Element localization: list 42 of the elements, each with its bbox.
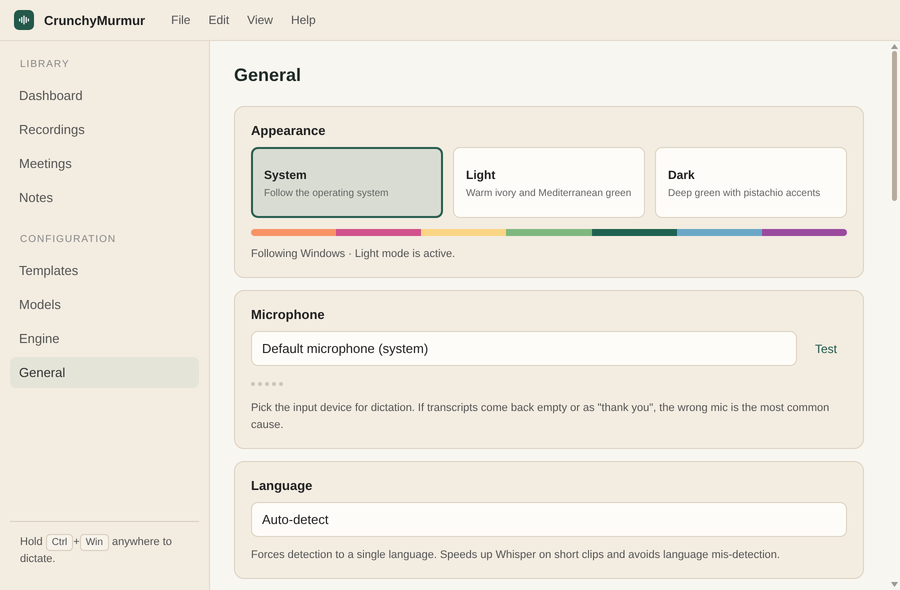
section-heading: LIBRARY: [19, 58, 71, 72]
sidebar-item[interactable]: Models: [10, 289, 199, 320]
card-title: Language: [251, 478, 314, 493]
app-logo-icon: [14, 10, 34, 30]
scrollbar-thumb[interactable]: [892, 51, 896, 201]
help-text: Pick the input device for dictation. If transcripts come back empty or as "thank you", the wrong mic is the most common cause.: [251, 401, 830, 433]
option-title: Light: [466, 168, 496, 182]
page-title: General: [234, 65, 302, 86]
sidebar-item[interactable]: Meetings: [10, 148, 199, 179]
menu-item[interactable]: Edit: [208, 13, 230, 27]
sidebar-item[interactable]: Recordings: [10, 114, 199, 145]
sidebar-item[interactable]: Dashboard: [10, 80, 199, 111]
app-name: CrunchyMurmur: [44, 12, 146, 28]
option-title: System: [264, 168, 308, 182]
option-title: Dark: [668, 168, 696, 182]
option-description: Warm ivory and Mediterranean green: [466, 188, 632, 199]
sidebar-item[interactable]: General: [10, 357, 199, 388]
sidebar-item[interactable]: Notes: [10, 182, 199, 213]
option-description: Follow the operating system: [264, 188, 390, 199]
menu-item[interactable]: View: [247, 13, 273, 27]
card-title: Microphone: [251, 307, 326, 322]
scroll-down-icon[interactable]: [890, 582, 898, 587]
shortcut-hint: Hold Ctrl + Win anywhere to dictate.: [10, 521, 199, 590]
language-select[interactable]: Auto-detect: [251, 502, 847, 537]
option-description: Deep green with pistachio accents: [668, 188, 822, 199]
section-heading: CONFIGURATION: [19, 233, 118, 247]
card-title: Appearance: [251, 123, 326, 138]
microphone-select[interactable]: Default microphone (system): [251, 331, 797, 366]
help-text: Forces detection to a single language. Speeds up Whisper on short clips and avoids language mis-detection.: [251, 548, 781, 563]
key-cap: Ctrl: [46, 534, 74, 551]
menu-item[interactable]: File: [171, 13, 190, 27]
scroll-up-icon[interactable]: [890, 44, 898, 49]
menu-item[interactable]: Help: [290, 13, 316, 27]
theme-option[interactable]: Light Warm ivory and Mediterranean green: [453, 147, 645, 218]
test-button[interactable]: Test: [810, 338, 841, 360]
sidebar-item[interactable]: Templates: [10, 255, 199, 286]
sidebar-item[interactable]: Engine: [10, 323, 199, 354]
level-dots-icon: [251, 382, 283, 386]
status-text: Following Windows · Light mode is active.: [251, 247, 456, 262]
key-cap: Win: [80, 534, 109, 551]
theme-option[interactable]: Dark Deep green with pistachio accents: [655, 147, 847, 218]
theme-option[interactable]: System Follow the operating system: [251, 147, 443, 218]
